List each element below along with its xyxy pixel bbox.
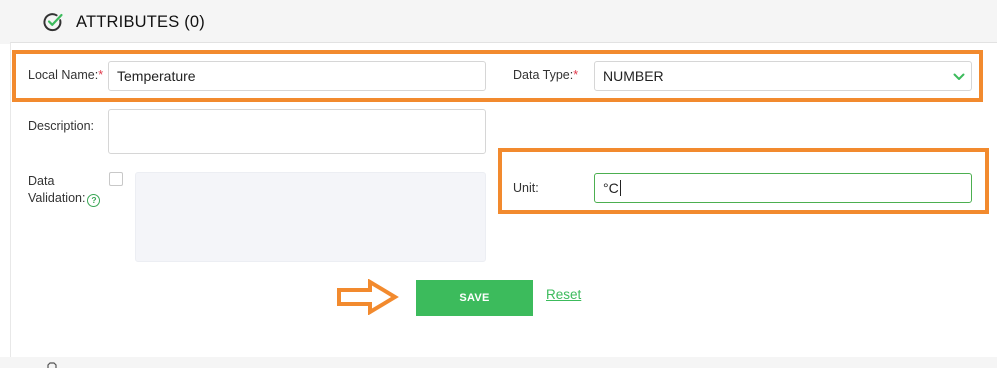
help-icon[interactable]: ? [87,194,101,207]
data-validation-label: Data Validation:? [28,173,101,207]
description-input[interactable] [108,109,486,154]
description-label: Description: [28,119,94,133]
arrow-right-icon [337,279,399,315]
data-validation-textarea[interactable] [135,172,486,262]
highlight-box-unit [498,148,989,214]
data-validation-label-line2: Validation: [28,191,86,205]
highlight-box-name-type [12,50,983,102]
section-header: ATTRIBUTES (0) [0,0,997,44]
settings-icon [47,362,57,368]
reset-link[interactable]: Reset [546,287,581,302]
check-circle-icon [43,13,63,32]
page-title: ATTRIBUTES (0) [76,13,205,31]
data-validation-label-line1: Data [28,174,55,188]
save-button[interactable]: SAVE [416,280,533,316]
data-validation-checkbox[interactable] [109,172,123,186]
bottom-bar [0,357,997,368]
